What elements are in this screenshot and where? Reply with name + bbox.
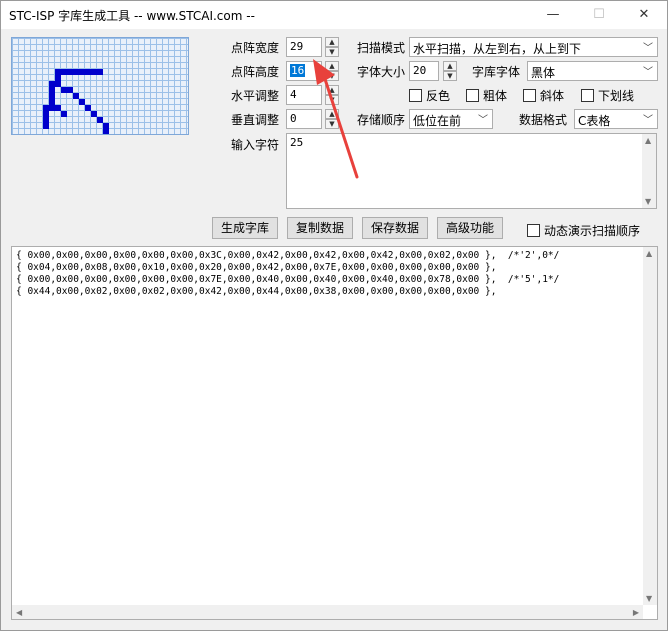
title-bar: STC-ISP 字库生成工具 -- www.STCAI.com -- — ☐ ✕ — [1, 1, 667, 29]
maximize-button[interactable]: ☐ — [576, 1, 622, 29]
preview-pixel — [43, 123, 49, 129]
font-face-label: 字库字体 — [472, 65, 521, 79]
dynamic-demo-checkbox[interactable]: 动态演示扫描顺序 — [527, 222, 640, 239]
italic-checkbox[interactable]: 斜体 — [523, 87, 564, 104]
input-chars-label: 输入字符 — [231, 138, 280, 152]
output-line: { 0x44,0x00,0x02,0x00,0x02,0x00,0x42,0x0… — [16, 286, 497, 297]
input-vscrollbar[interactable]: ▲ ▼ — [642, 134, 656, 208]
preview-pixel — [97, 69, 103, 75]
copy-data-button[interactable]: 复制数据 — [287, 217, 353, 239]
annotation-arrow-icon — [313, 59, 359, 179]
chevron-down-icon: ﹀ — [478, 115, 488, 126]
chevron-down-icon: ﹀ — [643, 115, 653, 126]
bold-checkbox[interactable]: 粗体 — [466, 87, 507, 104]
font-face-select[interactable]: 黑体 ﹀ — [527, 61, 658, 81]
chevron-down-icon: ﹀ — [643, 43, 653, 54]
output-line: { 0x00,0x00,0x00,0x00,0x00,0x00,0x7E,0x0… — [16, 274, 560, 285]
output-line: { 0x00,0x00,0x00,0x00,0x00,0x00,0x3C,0x0… — [16, 250, 560, 261]
dot-matrix-preview — [11, 37, 189, 135]
font-size-input[interactable]: 20 — [409, 61, 439, 81]
scan-mode-select[interactable]: 水平扫描，从左到右，从上到下 ﹀ — [409, 37, 658, 57]
invert-checkbox[interactable]: 反色 — [409, 87, 450, 104]
underline-checkbox[interactable]: 下划线 — [581, 87, 634, 104]
preview-pixel — [103, 129, 109, 134]
font-size-spinner[interactable]: ▲ ▼ — [443, 61, 457, 81]
store-order-select[interactable]: 低位在前 ﹀ — [409, 109, 493, 129]
data-format-label: 数据格式 — [519, 113, 568, 127]
chevron-down-icon: ﹀ — [643, 67, 653, 78]
minimize-button[interactable]: — — [530, 1, 576, 29]
window-title: STC-ISP 字库生成工具 -- www.STCAI.com -- — [9, 9, 255, 23]
h-adjust-label: 水平调整 — [231, 89, 280, 103]
generate-font-button[interactable]: 生成字库 — [212, 217, 278, 239]
font-generator-window: STC-ISP 字库生成工具 -- www.STCAI.com -- — ☐ ✕… — [0, 0, 668, 631]
preview-pixel — [61, 111, 67, 117]
output-vscrollbar[interactable]: ▲ ▼ — [643, 247, 657, 605]
advanced-button[interactable]: 高级功能 — [437, 217, 503, 239]
output-line: { 0x04,0x00,0x08,0x00,0x10,0x00,0x20,0x0… — [16, 262, 497, 273]
dot-height-label: 点阵高度 — [231, 65, 280, 79]
dot-width-label: 点阵宽度 — [231, 41, 280, 55]
output-hscrollbar[interactable]: ◀ ▶ — [12, 605, 643, 619]
output-text-area[interactable]: { 0x00,0x00,0x00,0x00,0x00,0x00,0x3C,0x0… — [11, 246, 658, 620]
close-button[interactable]: ✕ — [621, 1, 667, 29]
client-area: 点阵宽度 29 ▲▼ 点阵高度 16 ▲▼ 水平调整 4 ▲▼ 垂直调整 0 ▲… — [1, 29, 667, 630]
save-data-button[interactable]: 保存数据 — [362, 217, 428, 239]
data-format-select[interactable]: C表格 ﹀ — [574, 109, 658, 129]
v-adjust-label: 垂直调整 — [231, 113, 280, 127]
